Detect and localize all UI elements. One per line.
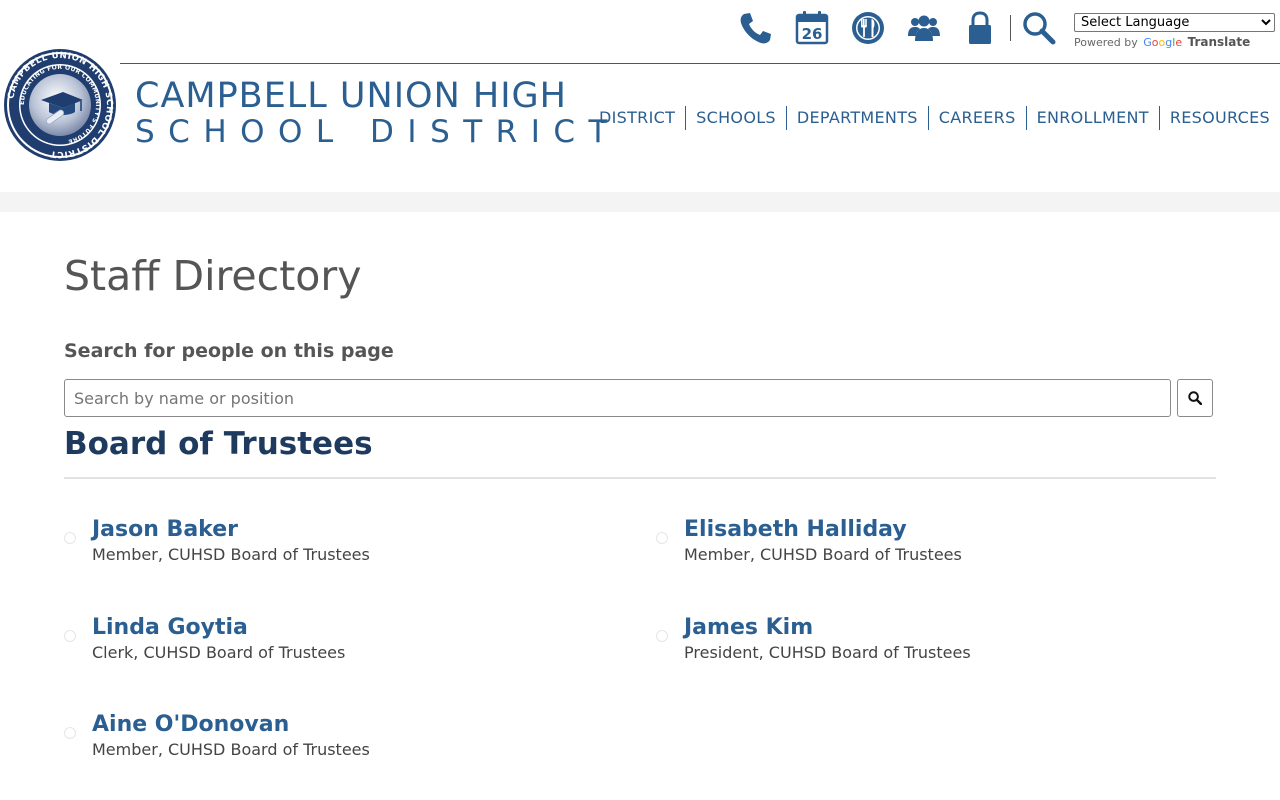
bullet-icon	[64, 727, 76, 739]
phone-icon[interactable]	[736, 8, 776, 48]
person-name-link[interactable]: Jason Baker	[92, 516, 238, 544]
nav-schools[interactable]: SCHOOLS	[685, 106, 786, 130]
person-title: Member, CUHSD Board of Trustees	[92, 545, 370, 564]
bullet-icon	[64, 532, 76, 544]
header-rule	[120, 63, 1280, 64]
calendar-icon-graphic: 26	[795, 11, 829, 45]
nav-departments[interactable]: DEPARTMENTS	[785, 106, 928, 130]
calendar-day: 26	[802, 25, 823, 43]
people-icon-graphic	[908, 15, 940, 41]
person-name-link[interactable]: Aine O'Donovan	[92, 711, 289, 739]
staff-search-button[interactable]	[1177, 379, 1213, 417]
search-button-icon	[1188, 391, 1202, 405]
search-label: Search for people on this page	[64, 340, 394, 362]
bullet-icon	[64, 630, 76, 642]
powered-by-text: Powered by	[1074, 36, 1138, 49]
bullet-icon	[656, 630, 668, 642]
translate-link[interactable]: Translate	[1188, 35, 1251, 49]
person-title: Member, CUHSD Board of Trustees	[684, 545, 962, 564]
people-icon[interactable]	[904, 8, 944, 48]
lock-icon[interactable]	[960, 8, 1000, 48]
lock-icon-graphic	[969, 11, 991, 44]
powered-by-google: Powered by Google Translate	[1074, 35, 1276, 49]
dining-icon-graphic	[852, 12, 884, 44]
section-title: Board of Trustees	[64, 426, 373, 462]
section-divider	[64, 477, 1216, 479]
search-icon-graphic	[1023, 12, 1056, 45]
nav-enrollment[interactable]: ENROLLMENT	[1025, 106, 1159, 130]
staff-search-input[interactable]	[64, 379, 1171, 417]
google-logo: Google	[1143, 36, 1183, 49]
google-translate: Select Language Powered by Google Transl…	[1074, 11, 1276, 49]
calendar-icon[interactable]: 26	[792, 8, 832, 48]
person-name-link[interactable]: Elisabeth Halliday	[684, 516, 907, 544]
person-name-link[interactable]: James Kim	[684, 614, 813, 642]
dining-icon[interactable]	[848, 8, 888, 48]
nav-district[interactable]: DISTRICT	[589, 106, 685, 130]
header-band	[0, 192, 1280, 212]
page-title: Staff Directory	[64, 252, 362, 300]
nav-careers[interactable]: CAREERS	[927, 106, 1026, 130]
phone-icon-graphic	[740, 13, 771, 44]
person-name-link[interactable]: Linda Goytia	[92, 614, 248, 642]
person-title: President, CUHSD Board of Trustees	[684, 643, 971, 662]
utility-bar: 26	[736, 8, 1075, 48]
utility-divider	[1010, 15, 1011, 41]
brand-name-line1[interactable]: CAMPBELL UNION HIGH	[135, 76, 567, 116]
language-select[interactable]: Select Language	[1074, 13, 1275, 32]
person-title: Member, CUHSD Board of Trustees	[92, 740, 370, 759]
main-nav: DISTRICT SCHOOLS DEPARTMENTS CAREERS ENR…	[589, 106, 1280, 130]
bullet-icon	[656, 532, 668, 544]
district-seal-logo[interactable]: CAMPBELL UNION HIGH SCHOOL DISTRICT EDUC…	[3, 48, 117, 162]
search-icon[interactable]	[1019, 8, 1059, 48]
brand-name-line2[interactable]: SCHOOL DISTRICT	[135, 114, 621, 150]
person-title: Clerk, CUHSD Board of Trustees	[92, 643, 346, 662]
nav-resources[interactable]: RESOURCES	[1158, 106, 1280, 130]
